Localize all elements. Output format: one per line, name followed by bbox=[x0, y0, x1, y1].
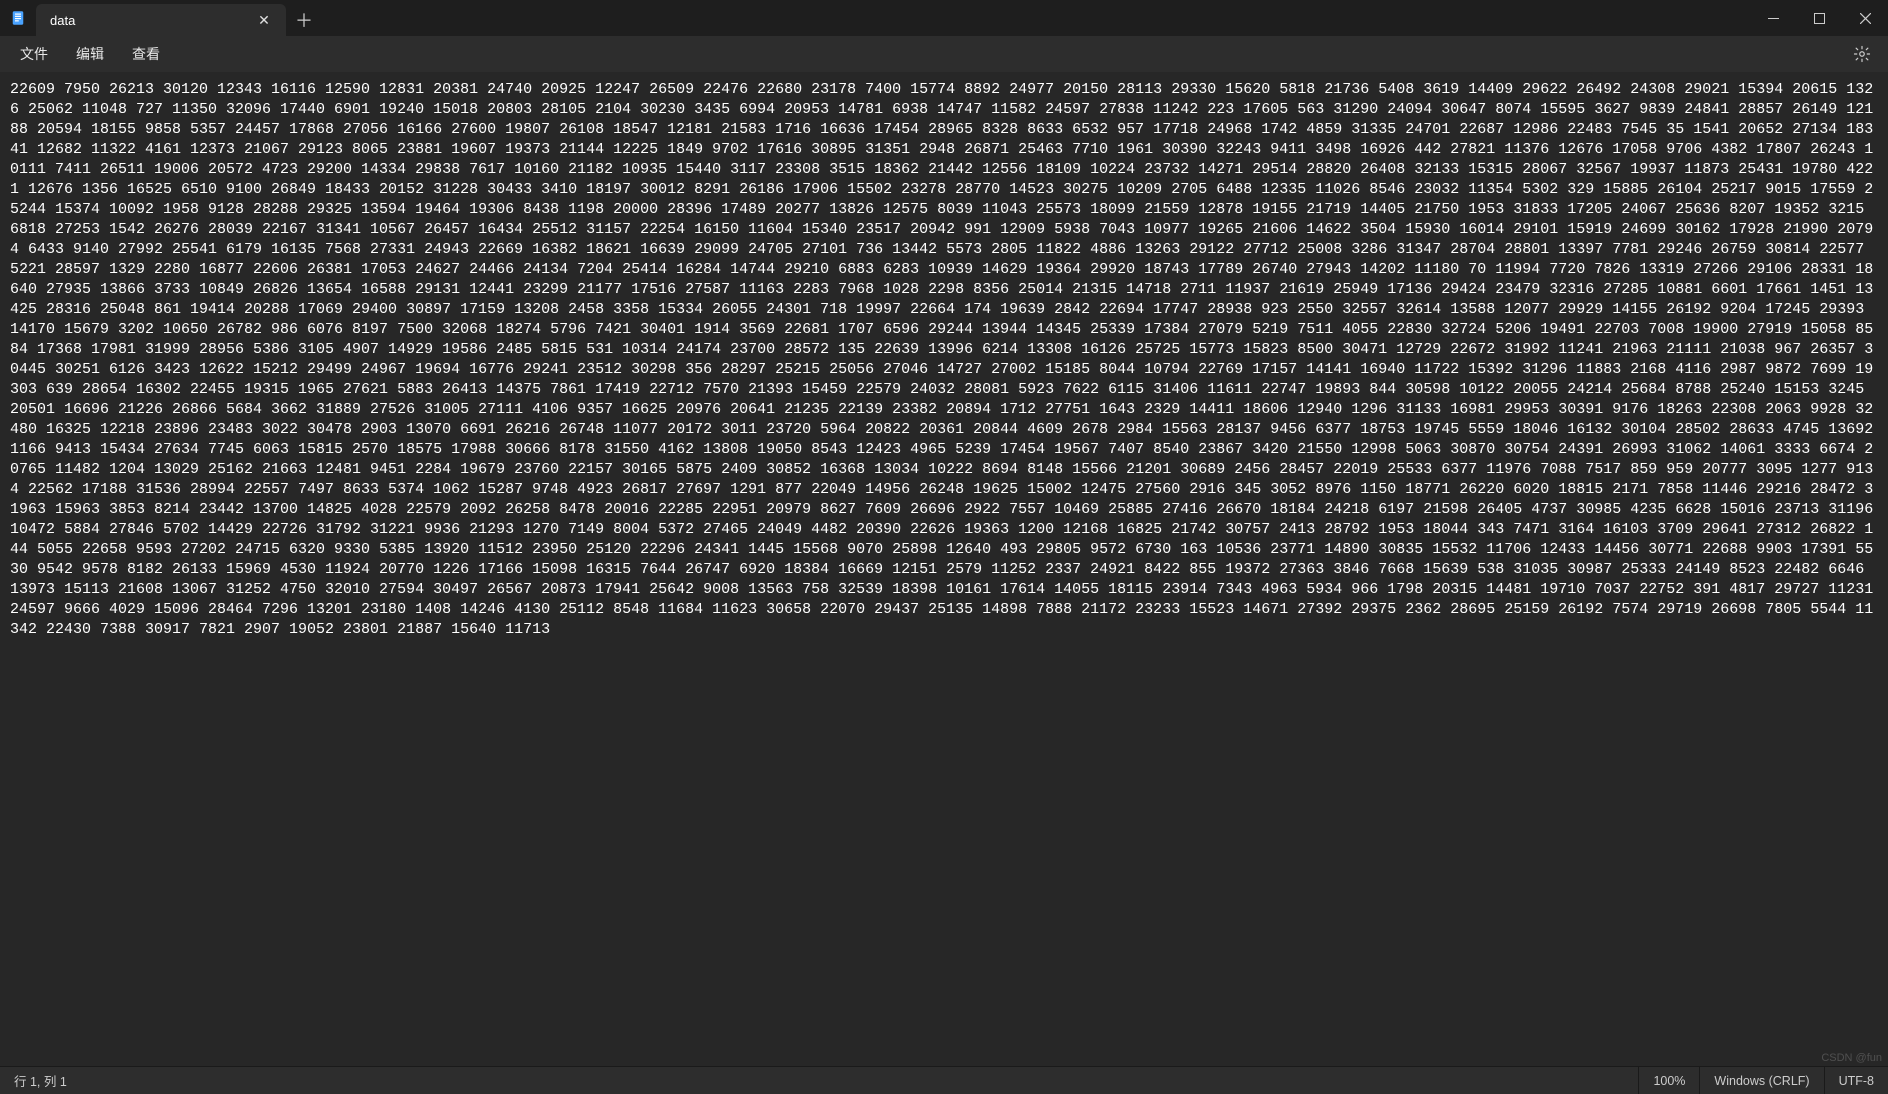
new-tab-button[interactable]: ＋ bbox=[286, 4, 322, 36]
status-zoom[interactable]: 100% bbox=[1638, 1067, 1699, 1094]
menu-file[interactable]: 文件 bbox=[6, 36, 62, 72]
status-line-ending[interactable]: Windows (CRLF) bbox=[1699, 1067, 1823, 1094]
menu-edit[interactable]: 编辑 bbox=[62, 36, 118, 72]
status-spacer bbox=[81, 1067, 1639, 1094]
maximize-button[interactable] bbox=[1796, 0, 1842, 36]
close-icon[interactable]: ✕ bbox=[252, 8, 276, 32]
tab-active[interactable]: data ✕ bbox=[36, 4, 286, 36]
app-icon bbox=[0, 0, 36, 36]
status-position[interactable]: 行 1, 列 1 bbox=[0, 1067, 81, 1094]
menubar: 文件 编辑 查看 bbox=[0, 36, 1888, 72]
status-encoding[interactable]: UTF-8 bbox=[1824, 1067, 1888, 1094]
titlebar-drag-area bbox=[322, 0, 1750, 36]
statusbar: 行 1, 列 1 100% Windows (CRLF) UTF-8 bbox=[0, 1066, 1888, 1094]
menu-view[interactable]: 查看 bbox=[118, 36, 174, 72]
menubar-spacer bbox=[174, 36, 1842, 72]
minimize-button[interactable] bbox=[1750, 0, 1796, 36]
gear-icon bbox=[1853, 45, 1871, 63]
tab-title: data bbox=[50, 13, 244, 28]
text-editor[interactable]: 22609 7950 26213 30120 12343 16116 12590… bbox=[0, 72, 1888, 1066]
close-window-button[interactable] bbox=[1842, 0, 1888, 36]
window-controls bbox=[1750, 0, 1888, 36]
titlebar: data ✕ ＋ bbox=[0, 0, 1888, 36]
settings-button[interactable] bbox=[1842, 36, 1882, 72]
